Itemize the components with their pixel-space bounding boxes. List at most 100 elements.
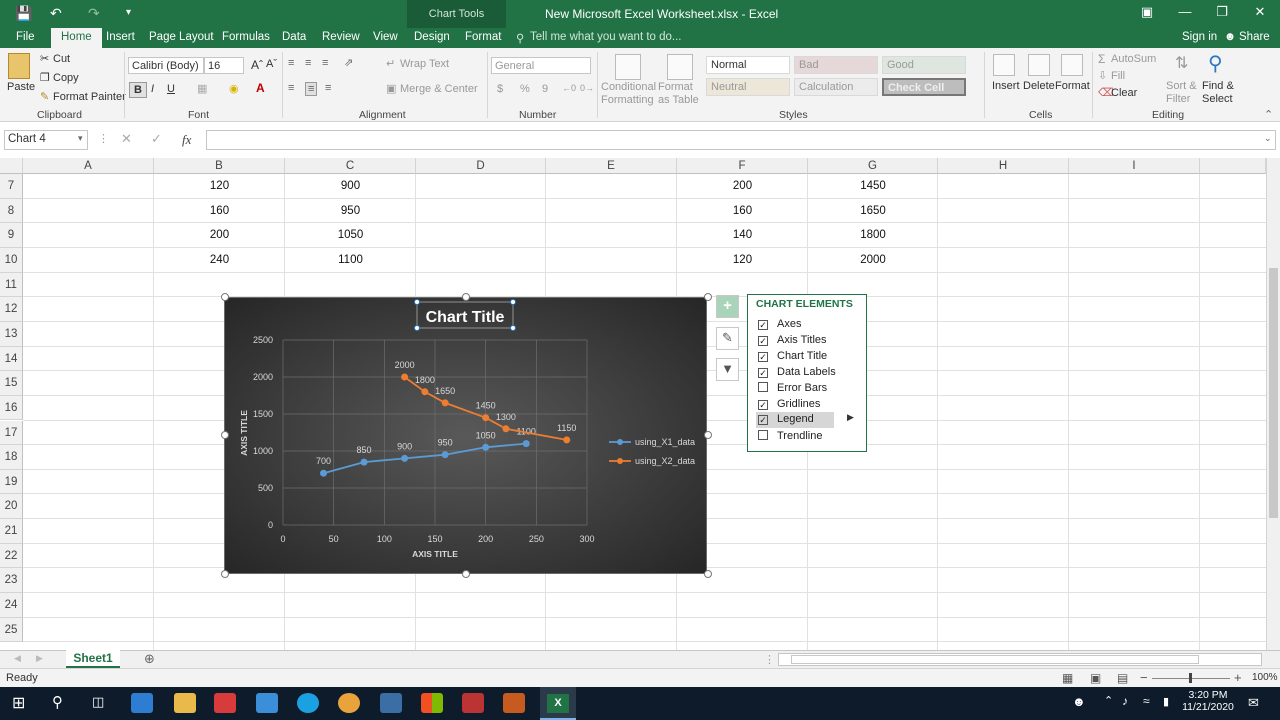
delete-cells-icon[interactable] xyxy=(1028,54,1050,76)
paste-button[interactable]: Paste xyxy=(7,81,35,93)
photo-app-icon[interactable] xyxy=(503,693,525,713)
sign-in-link[interactable]: Sign in xyxy=(1182,31,1217,43)
chrome-icon[interactable] xyxy=(338,693,360,713)
name-box[interactable]: Chart 4 xyxy=(4,130,88,150)
row-header[interactable]: 21 xyxy=(0,519,23,544)
save-icon[interactable]: 💾 xyxy=(15,5,32,21)
row-header[interactable]: 22 xyxy=(0,543,23,569)
name-box-dropdown-icon[interactable]: ▾ xyxy=(78,133,83,144)
row-header[interactable]: 23 xyxy=(0,568,23,594)
align-top-icon[interactable]: ≡ xyxy=(288,57,294,69)
row-header[interactable]: 17 xyxy=(0,420,23,446)
page-break-view-icon[interactable]: ▤ xyxy=(1117,671,1128,685)
comma-button[interactable]: 9 xyxy=(542,83,548,95)
cell-C7[interactable]: 900 xyxy=(285,180,416,192)
tab-review[interactable]: Review xyxy=(322,31,360,43)
currency-button[interactable]: $ xyxy=(497,83,503,95)
row-header[interactable]: 19 xyxy=(0,469,23,495)
resize-handle[interactable] xyxy=(221,293,229,301)
cell-B7[interactable]: 120 xyxy=(154,180,285,192)
chart-area[interactable]: 0 500 1000 1500 2000 2500 0 50 100 150 200 250 300 Ch… xyxy=(224,297,707,574)
align-middle-icon[interactable]: ≡ xyxy=(305,57,311,69)
merge-icon[interactable]: ▣ xyxy=(386,82,396,95)
sort-filter-icon[interactable]: ⇅ xyxy=(1175,53,1188,73)
chart-elements-plus-icon[interactable]: + xyxy=(716,295,739,318)
row-header[interactable]: 25 xyxy=(0,617,23,643)
cell-G9[interactable]: 1800 xyxy=(808,229,938,241)
cancel-formula-icon[interactable]: ✕ xyxy=(121,131,132,147)
cell-C9[interactable]: 1050 xyxy=(285,229,416,241)
style-bad[interactable]: Bad xyxy=(794,56,878,74)
column-header[interactable]: H xyxy=(938,158,1069,174)
format-cells-button[interactable]: Format xyxy=(1055,80,1090,92)
resize-handle[interactable] xyxy=(462,293,470,301)
share-button[interactable]: Share xyxy=(1239,31,1270,43)
cut-button[interactable]: Cut xyxy=(53,53,70,65)
expand-formula-icon[interactable]: ⌄ xyxy=(1264,133,1272,144)
legend-submenu-arrow-icon[interactable]: ▶ xyxy=(847,412,854,423)
volume-icon[interactable]: ♪ xyxy=(1122,694,1128,708)
tab-insert[interactable]: Insert xyxy=(106,31,135,43)
format-cells-icon[interactable] xyxy=(1061,54,1083,76)
column-header[interactable]: G xyxy=(808,158,938,174)
tab-formulas[interactable]: Formulas xyxy=(222,31,270,43)
insert-function-button[interactable]: fx xyxy=(182,132,191,148)
qat-customize-icon[interactable]: ▾ xyxy=(126,5,131,21)
checkbox-data-labels[interactable]: ✓ Data Labels xyxy=(758,365,836,381)
resize-handle[interactable] xyxy=(462,570,470,578)
font-size-select[interactable]: 16 xyxy=(204,57,244,74)
cell-B9[interactable]: 200 xyxy=(154,229,285,241)
find-select-button[interactable]: Find & Select xyxy=(1202,80,1242,106)
find-icon[interactable]: ⚲ xyxy=(1208,51,1223,76)
resize-handle[interactable] xyxy=(704,431,712,439)
normal-view-icon[interactable]: ▦ xyxy=(1062,671,1073,685)
tab-home[interactable]: Home xyxy=(51,28,102,48)
search-icon[interactable]: ⚲ xyxy=(52,693,63,711)
redo-icon[interactable]: ↷ xyxy=(88,5,100,21)
tray-chevron-icon[interactable]: ⌃ xyxy=(1104,694,1113,707)
copy-icon[interactable]: ❐ xyxy=(40,71,50,84)
cell-F8[interactable]: 160 xyxy=(677,205,808,217)
file-explorer-icon[interactable] xyxy=(174,693,196,713)
cell-G7[interactable]: 1450 xyxy=(808,180,938,192)
enter-formula-icon[interactable]: ✓ xyxy=(151,131,162,147)
office-icon[interactable] xyxy=(421,693,443,713)
zoom-level[interactable]: 100% xyxy=(1252,672,1278,683)
paint-app-icon[interactable] xyxy=(462,693,484,713)
column-header[interactable]: B xyxy=(154,158,285,174)
cell-F7[interactable]: 200 xyxy=(677,180,808,192)
cell-C8[interactable]: 950 xyxy=(285,205,416,217)
checkbox-axes[interactable]: ✓ Axes xyxy=(758,317,801,333)
tell-me-box[interactable]: Tell me what you want to do... xyxy=(530,31,682,43)
percent-button[interactable]: % xyxy=(520,83,530,95)
chart-filters-funnel-icon[interactable]: ▼ xyxy=(716,358,739,381)
checkbox-legend[interactable]: ✓ Legend xyxy=(756,412,834,428)
notes-app-icon[interactable] xyxy=(380,693,402,713)
paste-icon[interactable] xyxy=(8,53,30,79)
undo-icon[interactable]: ↶ xyxy=(50,5,62,21)
format-painter-button[interactable]: Format Painter xyxy=(53,91,126,103)
fill-button[interactable]: Fill xyxy=(1111,70,1125,82)
excel-taskbar-button[interactable]: X xyxy=(540,687,576,720)
shrink-font-icon[interactable]: Aˇ xyxy=(266,58,277,70)
ribbon-display-icon[interactable]: ▣ xyxy=(1132,4,1162,20)
row-header[interactable]: 7 xyxy=(0,174,23,199)
resize-handle[interactable] xyxy=(704,293,712,301)
row-header[interactable]: 14 xyxy=(0,346,23,372)
align-left-icon[interactable]: ≡ xyxy=(288,82,294,94)
row-header[interactable]: 10 xyxy=(0,247,23,273)
mail-icon[interactable] xyxy=(256,693,278,713)
collapse-ribbon-icon[interactable]: ⌃ xyxy=(1264,108,1273,121)
insert-cells-button[interactable]: Insert xyxy=(992,80,1020,92)
column-header[interactable]: A xyxy=(23,158,154,174)
row-header[interactable]: 8 xyxy=(0,198,23,224)
notifications-icon[interactable]: ✉ xyxy=(1248,695,1259,711)
zoom-out-icon[interactable]: − xyxy=(1140,670,1148,685)
checkbox-error-bars[interactable]: Error Bars xyxy=(758,381,827,397)
people-icon[interactable]: ☻ xyxy=(1072,694,1086,709)
number-format-select[interactable]: General xyxy=(491,57,591,74)
row-header[interactable]: 18 xyxy=(0,445,23,470)
page-layout-view-icon[interactable]: ▣ xyxy=(1090,671,1101,685)
autosum-button[interactable]: AutoSum xyxy=(1111,53,1156,65)
row-header[interactable]: 12 xyxy=(0,297,23,322)
